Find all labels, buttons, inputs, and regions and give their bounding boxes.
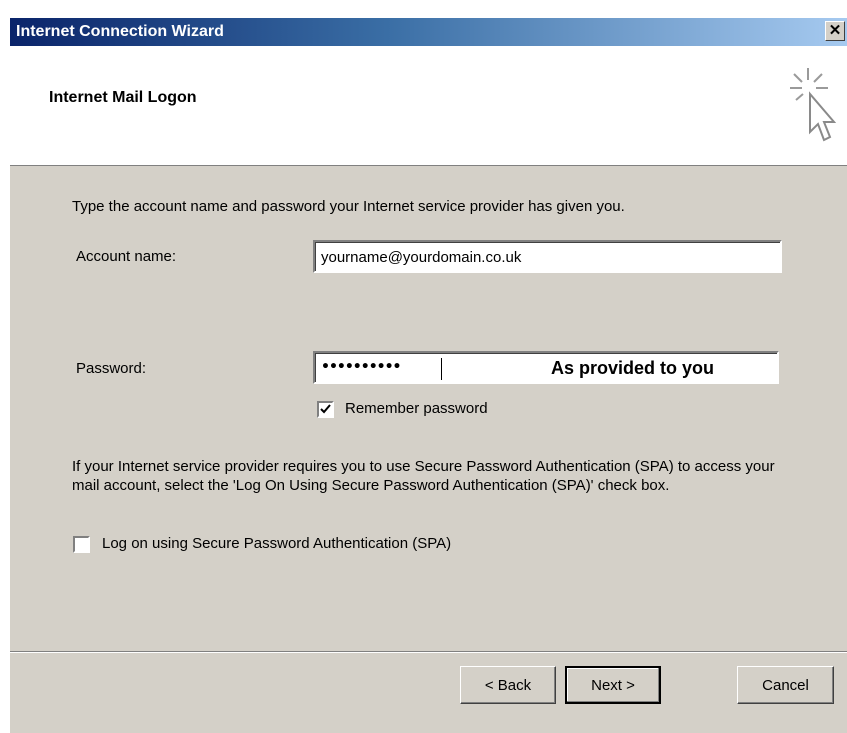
account-name-label: Account name: [76, 248, 177, 265]
password-note: As provided to you [551, 358, 715, 378]
cancel-button[interactable]: Cancel [737, 666, 834, 704]
next-button[interactable]: Next > [565, 666, 661, 704]
account-name-value: yourname@yourdomain.co.uk [321, 249, 522, 266]
back-button[interactable]: < Back [460, 666, 556, 704]
password-input[interactable]: •••••••••• As provided to you [313, 351, 779, 384]
text-caret [441, 358, 442, 380]
footer-divider [10, 651, 847, 653]
wizard-header: Internet Mail Logon [10, 46, 847, 166]
spa-description: If your Internet service provider requir… [72, 458, 775, 494]
wizard-sparkle-cursor-icon [790, 68, 837, 142]
window-title: Internet Connection Wizard [16, 23, 224, 40]
remember-password-checkbox[interactable] [317, 401, 334, 418]
spa-checkbox-label[interactable]: Log on using Secure Password Authenticat… [102, 535, 451, 552]
close-icon: ✕ [828, 22, 842, 39]
close-button[interactable]: ✕ [825, 21, 845, 41]
account-name-input[interactable]: yourname@yourdomain.co.uk [313, 240, 782, 273]
spa-checkbox[interactable] [73, 536, 90, 553]
wizard-window: Internet Connection Wizard ✕ Internet Ma… [10, 18, 847, 733]
page-title: Internet Mail Logon [49, 89, 197, 106]
checkmark-icon [320, 404, 331, 414]
title-bar[interactable]: Internet Connection Wizard ✕ [10, 18, 847, 46]
intro-text: Type the account name and password your … [72, 198, 625, 215]
password-label: Password: [76, 360, 147, 377]
password-value: •••••••••• [321, 359, 401, 375]
remember-password-label[interactable]: Remember password [345, 400, 488, 417]
